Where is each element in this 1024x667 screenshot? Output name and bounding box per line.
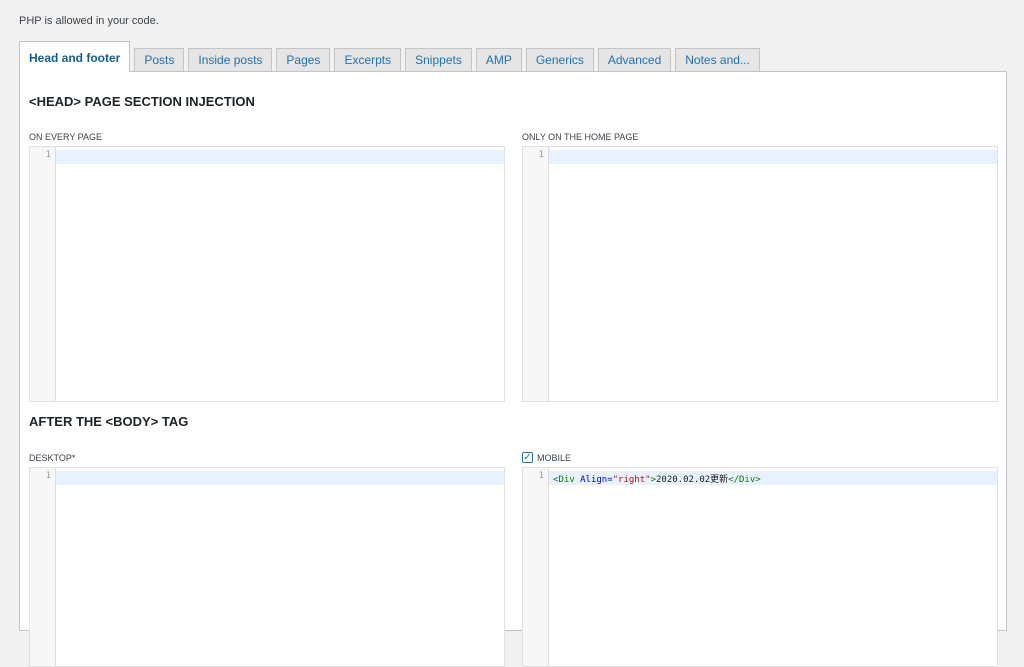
tab-advanced[interactable]: Advanced xyxy=(597,48,672,72)
line-number: 1 xyxy=(45,150,51,160)
tab-inside-posts[interactable]: Inside posts xyxy=(188,48,273,72)
tab-snippets[interactable]: Snippets xyxy=(405,48,472,72)
line-number: 1 xyxy=(538,471,544,481)
home-page-label: ONLY ON THE HOME PAGE xyxy=(522,132,638,142)
code-attr: Align= xyxy=(574,475,613,485)
tab-bar: Head and footer Posts Inside posts Pages… xyxy=(19,41,760,72)
editor-gutter: 1 xyxy=(30,147,56,401)
php-notice: PHP is allowed in your code. xyxy=(19,15,159,27)
every-page-editor[interactable]: 1 xyxy=(29,146,505,402)
mobile-checkbox[interactable]: ✓ xyxy=(522,452,533,463)
active-line xyxy=(549,150,997,164)
mobile-label-text: MOBILE xyxy=(537,452,572,463)
tab-notes[interactable]: Notes and... xyxy=(675,48,760,72)
home-page-label-text: ONLY ON THE HOME PAGE xyxy=(522,132,639,142)
tab-panel-head-and-footer: <HEAD> PAGE SECTION INJECTION ON EVERY P… xyxy=(19,71,1007,667)
editor-gutter: 1 xyxy=(523,468,549,666)
mobile-code-line: <Div Align="right">2020.02.02更新</Div> xyxy=(553,472,761,485)
line-number: 1 xyxy=(45,471,51,481)
every-page-label: ON EVERY PAGE xyxy=(29,132,102,142)
code-text: 2020.02.02更新 xyxy=(655,475,729,485)
line-number: 1 xyxy=(538,150,544,160)
mobile-editor[interactable]: 1 <Div Align="right">2020.02.02更新</Div> xyxy=(522,467,998,667)
editor-gutter: 1 xyxy=(523,147,549,401)
code-tag-open: <Div xyxy=(553,475,575,485)
tab-head-and-footer[interactable]: Head and footer xyxy=(19,41,131,72)
code-tag-close: </Div> xyxy=(728,475,761,485)
tab-pages[interactable]: Pages xyxy=(276,48,331,72)
editor-gutter: 1 xyxy=(30,468,56,666)
active-line xyxy=(56,150,504,164)
head-section-title: <HEAD> PAGE SECTION INJECTION xyxy=(29,94,255,109)
active-line xyxy=(56,471,504,485)
every-page-label-text: ON EVERY PAGE xyxy=(29,132,103,142)
desktop-editor[interactable]: 1 xyxy=(29,467,505,667)
tab-generics[interactable]: Generics xyxy=(525,48,594,72)
body-section-title: AFTER THE <BODY> TAG xyxy=(29,414,189,429)
tab-excerpts[interactable]: Excerpts xyxy=(334,48,402,72)
mobile-label: ✓ MOBILE xyxy=(522,452,571,463)
home-page-editor[interactable]: 1 xyxy=(522,146,998,402)
desktop-label: DESKTOP* xyxy=(29,453,75,463)
desktop-label-text: DESKTOP* xyxy=(29,453,76,463)
tab-posts[interactable]: Posts xyxy=(134,48,185,72)
tab-amp[interactable]: AMP xyxy=(475,48,522,72)
code-attr-value: "right" xyxy=(612,475,651,485)
